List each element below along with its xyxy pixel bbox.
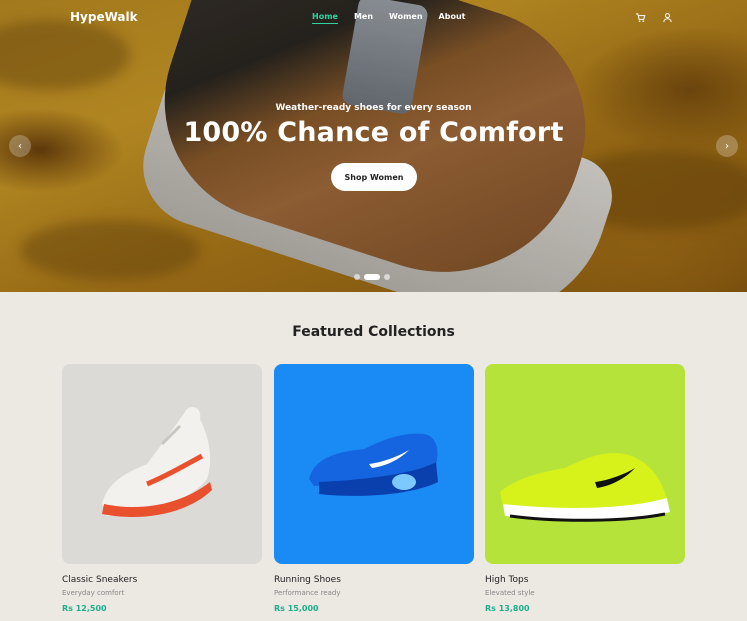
sneaker-icon bbox=[102, 407, 212, 517]
running-shoe-icon bbox=[309, 433, 438, 496]
nav-link-about[interactable]: About bbox=[439, 12, 466, 24]
nav-link-home[interactable]: Home bbox=[312, 12, 338, 24]
carousel-dot[interactable] bbox=[384, 274, 390, 280]
product-card[interactable]: Classic Sneakers Everyday comfort Rs 12,… bbox=[62, 364, 262, 613]
carousel-next-button[interactable]: › bbox=[716, 135, 738, 157]
carousel-dot-active[interactable] bbox=[364, 274, 380, 280]
top-nav: HypeWalk Home Men Women About bbox=[0, 0, 747, 36]
product-image-high-tops[interactable] bbox=[485, 364, 685, 564]
chevron-right-icon: › bbox=[725, 140, 729, 152]
nav-link-men[interactable]: Men bbox=[354, 12, 373, 24]
product-card[interactable]: Running Shoes Performance ready Rs 15,00… bbox=[274, 364, 474, 613]
product-desc: Performance ready bbox=[274, 589, 341, 597]
user-icon[interactable] bbox=[661, 11, 673, 23]
product-card[interactable]: High Tops Elevated style Rs 13,800 bbox=[485, 364, 685, 613]
product-image-running-shoes[interactable] bbox=[274, 364, 474, 564]
product-price: Rs 12,500 bbox=[62, 604, 107, 613]
product-price: Rs 13,800 bbox=[485, 604, 530, 613]
product-name: Classic Sneakers bbox=[62, 575, 138, 585]
hero-banner: HypeWalk Home Men Women About Weather-re… bbox=[0, 0, 747, 292]
nav-links: Home Men Women About bbox=[312, 12, 465, 24]
carousel-dots bbox=[354, 274, 390, 280]
carousel-prev-button[interactable]: ‹ bbox=[9, 135, 31, 157]
high-top-icon bbox=[500, 452, 670, 522]
cart-icon[interactable] bbox=[634, 11, 646, 23]
product-name: High Tops bbox=[485, 575, 529, 585]
product-name: Running Shoes bbox=[274, 575, 341, 585]
brand-logo[interactable]: HypeWalk bbox=[70, 10, 138, 24]
carousel-dot[interactable] bbox=[354, 274, 360, 280]
product-desc: Everyday comfort bbox=[62, 589, 125, 597]
hero-title: 100% Chance of Comfort bbox=[183, 117, 564, 148]
nav-link-women[interactable]: Women bbox=[389, 12, 423, 24]
hero-subtitle: Weather-ready shoes for every season bbox=[275, 103, 472, 113]
featured-title: Featured Collections bbox=[292, 324, 455, 340]
product-price: Rs 15,000 bbox=[274, 604, 319, 613]
product-image-classic-sneakers[interactable] bbox=[62, 364, 262, 564]
product-desc: Elevated style bbox=[485, 589, 535, 597]
chevron-left-icon: ‹ bbox=[18, 140, 22, 152]
shop-women-button[interactable]: Shop Women bbox=[331, 163, 417, 191]
